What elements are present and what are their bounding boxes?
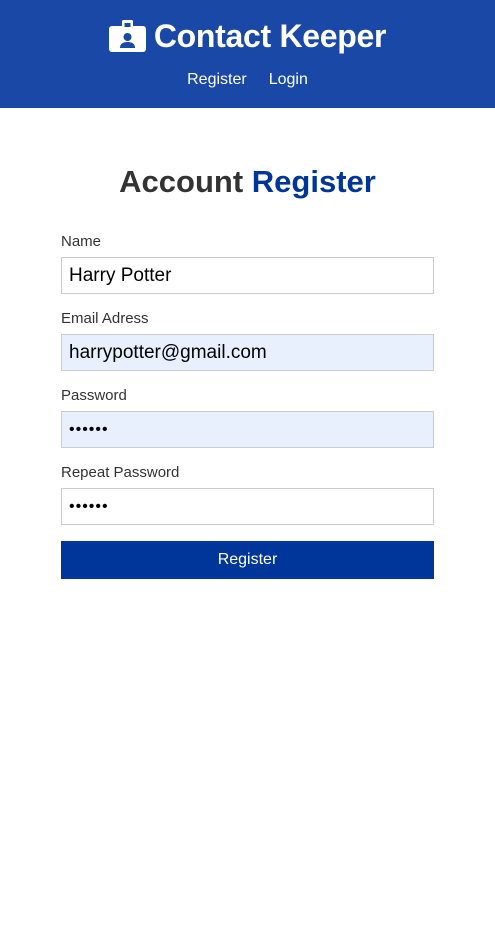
email-label: Email Adress [61,310,149,327]
name-input[interactable] [61,257,434,294]
email-input[interactable] [61,334,434,371]
page-title: Account Register [61,164,434,200]
name-label: Name [61,233,102,250]
email-group: Email Adress [61,310,434,371]
password-input[interactable] [61,411,434,448]
page-title-prefix: Account [119,164,244,199]
register-form: Name Email Adress Password Repeat Passwo… [61,233,434,579]
nav-register-link[interactable]: Register [187,70,247,90]
navbar: Contact Keeper Register Login [0,0,495,108]
repeat-password-group: Repeat Password [61,464,434,525]
register-button[interactable]: Register [61,541,434,579]
id-badge-icon [108,20,146,52]
page-title-accent: Register [251,164,376,199]
register-container: Account Register Name Email Adress Passw… [61,108,434,579]
app-title: Contact Keeper [153,18,387,54]
nav-links: Register Login [176,70,319,90]
repeat-password-label: Repeat Password [61,464,180,481]
password-group: Password [61,387,434,448]
repeat-password-input[interactable] [61,488,434,525]
brand: Contact Keeper [108,16,387,56]
name-group: Name [61,233,434,294]
nav-login-link[interactable]: Login [269,70,308,90]
password-label: Password [61,387,127,404]
